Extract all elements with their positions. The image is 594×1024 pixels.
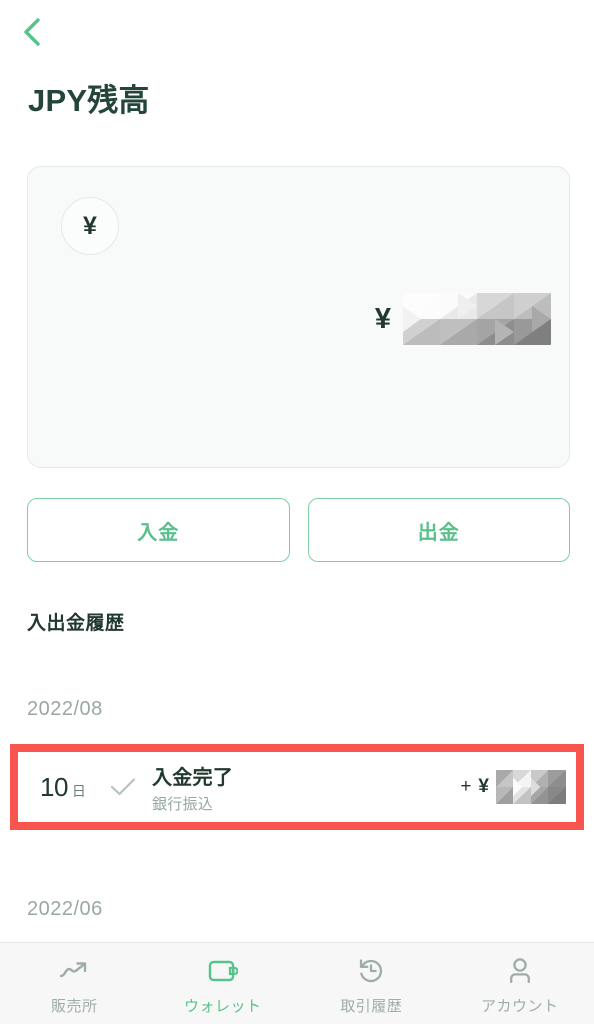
balance-card: ¥ ¥ [27, 166, 570, 468]
history-section-title: 入出金履歴 [27, 613, 125, 634]
transaction-highlight-annotation: 10 日 入金完了 銀行振込 + ¥ [10, 744, 584, 830]
month-divider: 2022/08 [27, 698, 103, 720]
nav-item-exchange[interactable]: 販売所 [0, 943, 149, 1024]
back-button[interactable] [12, 12, 52, 52]
table-row[interactable]: 10 日 入金完了 銀行振込 + ¥ [18, 752, 576, 822]
transaction-subtitle: 銀行振込 [152, 795, 214, 813]
transaction-amount: + ¥ [460, 770, 568, 804]
withdraw-button[interactable]: 出金 [307, 498, 570, 562]
balance-amount: ¥ [375, 293, 551, 345]
transaction-day-number: 10 [40, 771, 68, 802]
chevron-left-icon [21, 17, 43, 47]
transaction-day-unit: 日 [71, 782, 86, 799]
nav-item-transaction-history[interactable]: 取引履歴 [297, 943, 446, 1024]
history-clock-icon [357, 956, 385, 986]
action-buttons: 入金 出金 [27, 498, 570, 562]
nav-item-wallet[interactable]: ウォレット [149, 943, 298, 1024]
nav-label: ウォレット [183, 997, 262, 1015]
amount-sign: + [460, 776, 472, 797]
nav-item-account[interactable]: アカウント [446, 943, 594, 1024]
bottom-navigation: 販売所 ウォレット 取引履歴 アカウント [0, 942, 594, 1024]
transaction-details: 入金完了 銀行振込 [152, 761, 460, 814]
deposit-button[interactable]: 入金 [27, 498, 290, 562]
nav-label: 取引履歴 [340, 997, 403, 1015]
person-icon [507, 956, 533, 986]
top-bar [0, 0, 594, 62]
nav-label: アカウント [480, 997, 559, 1015]
check-icon [110, 777, 136, 797]
currency-badge-jpy: ¥ [61, 197, 119, 255]
nav-label: 販売所 [50, 997, 98, 1015]
transaction-title: 入金完了 [152, 766, 234, 789]
yen-symbol: ¥ [374, 302, 391, 335]
yen-symbol-badge: ¥ [83, 211, 97, 240]
amount-value-redacted [496, 770, 566, 804]
amount-currency-symbol: ¥ [478, 776, 489, 797]
balance-value-redacted [403, 293, 551, 345]
trending-up-icon [59, 956, 89, 986]
page-title: JPY残高 [28, 83, 150, 118]
wallet-icon [208, 956, 238, 986]
month-divider: 2022/06 [27, 898, 103, 920]
transaction-date: 10 日 [40, 772, 102, 803]
